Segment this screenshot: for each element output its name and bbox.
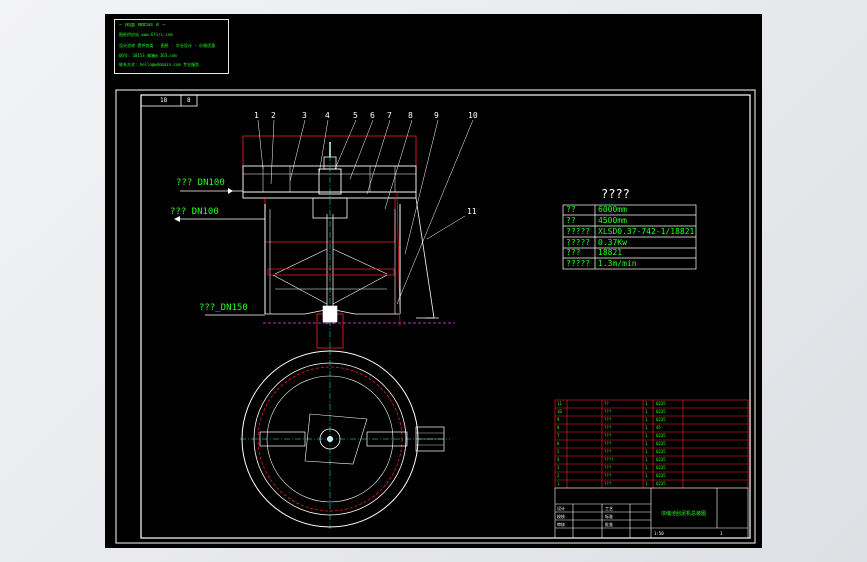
spec-key: ????? (566, 238, 591, 247)
bom-cell: ??? (604, 449, 612, 454)
bom-cell: Q235 (656, 433, 666, 438)
spec-key: ?? (566, 216, 576, 225)
bom-cell: 1 (645, 441, 648, 446)
spec-key: ?? (566, 205, 576, 214)
callout-label: 10 (468, 111, 478, 120)
frame-corner-label: 8 (187, 97, 191, 104)
title-block-label: 审核 (557, 522, 565, 527)
plan-view (240, 349, 450, 529)
bom-cell: 1 (645, 465, 648, 470)
callout-label: 6 (370, 111, 375, 120)
bom-cell: Q235 (656, 441, 666, 446)
drawing-scale: 1:50 (654, 531, 664, 536)
frame-corner-label: 18 (160, 97, 168, 104)
callout-label: 1 (254, 111, 259, 120)
spec-value: 0.37Kw (598, 238, 627, 247)
bom-cell: Q235 (656, 465, 666, 470)
callout-label: 11 (467, 207, 477, 216)
callout-label: 2 (271, 111, 276, 120)
bom-cell: 1 (645, 449, 648, 454)
elevation-view (174, 119, 474, 349)
title-block-label: 标准 (605, 514, 613, 519)
bom-cell: 1 (645, 433, 648, 438)
bom-cell: 1 (645, 425, 648, 430)
callout-label: 9 (434, 111, 439, 120)
bom-cell: 9 (557, 417, 560, 422)
bom-cell: 45 (656, 425, 661, 430)
bom-cell: 5 (557, 449, 560, 454)
bom-cell: Q235 (656, 417, 666, 422)
bom-cell: 4 (557, 457, 560, 462)
bom-cell: Q235 (656, 457, 666, 462)
bom-cell: 7 (557, 433, 560, 438)
bom-cell: Q235 (656, 409, 666, 414)
bom-cell: 2 (557, 473, 560, 478)
drawing-sheet: — 凤凰 NdEas e — 图纸供应站 www.Gfs/s.com 设计咨询 … (105, 14, 762, 548)
title-block-label: 工艺 (605, 506, 613, 511)
drain-pipe-label: ???_DN150 (199, 303, 248, 313)
callout-label: 8 (408, 111, 413, 120)
bom-cell: 1 (645, 417, 648, 422)
spec-value: 1.3m/min (598, 259, 637, 268)
title-block-label: 批准 (605, 522, 613, 527)
inlet-pipe-label: ??? DN100 (176, 178, 225, 188)
bom-cell: 1 (645, 481, 648, 486)
bom-cell: Q235 (656, 473, 666, 478)
spec-value: XLSD0.37-742-1/18821 (598, 227, 695, 236)
bom-cell: ??? (604, 417, 612, 422)
bom-cell: ?? (604, 401, 609, 406)
bom-cell: ??? (604, 409, 612, 414)
callout-label: 3 (302, 111, 307, 120)
bom-cell: 1 (645, 409, 648, 414)
bom-cell: ??? (604, 441, 612, 446)
spec-table-title: ???? (601, 187, 630, 201)
bom-table (554, 399, 749, 489)
title-block-label: 设计 (557, 506, 565, 511)
title-block-label: 校核 (557, 514, 565, 519)
spec-key: ????? (566, 259, 591, 268)
bom-cell: Q235 (656, 481, 666, 486)
callout-label: 4 (325, 111, 330, 120)
callout-label: 7 (387, 111, 392, 120)
bom-cell: 8 (557, 425, 560, 430)
drawing-title: 浓缩池刮泥机总装图 (661, 511, 707, 517)
bom-cell: ??? (604, 465, 612, 470)
bom-cell: 1 (645, 401, 648, 406)
bom-cell: 10 (557, 409, 562, 414)
bom-cell: 11 (557, 401, 562, 406)
spec-value: 4500mm (598, 216, 627, 225)
bom-cell: Q235 (656, 449, 666, 454)
bom-cell: 6 (557, 441, 560, 446)
bom-cell: ??? (604, 425, 612, 430)
bom-cell: 3 (557, 465, 560, 470)
inner-frame (140, 94, 751, 539)
spec-value: 18821 (598, 248, 623, 257)
bom-cell: ??? (604, 473, 612, 478)
bom-cell: 1 (645, 473, 648, 478)
bom-cell: ??? (604, 481, 612, 486)
bom-cell: ??? (604, 433, 612, 438)
bom-cell: 1 (645, 457, 648, 462)
bom-cell: Q235 (656, 401, 666, 406)
spec-key: ??? (566, 248, 581, 257)
drawing-sheet-number: 1 (720, 531, 723, 536)
outlet-pipe-label: ??? DN100 (170, 207, 219, 217)
bom-cell: ???? (604, 457, 614, 462)
bom-cell: 1 (557, 481, 560, 486)
spec-key: ????? (566, 227, 591, 236)
callout-label: 5 (353, 111, 358, 120)
spec-value: 6000mm (598, 205, 627, 214)
